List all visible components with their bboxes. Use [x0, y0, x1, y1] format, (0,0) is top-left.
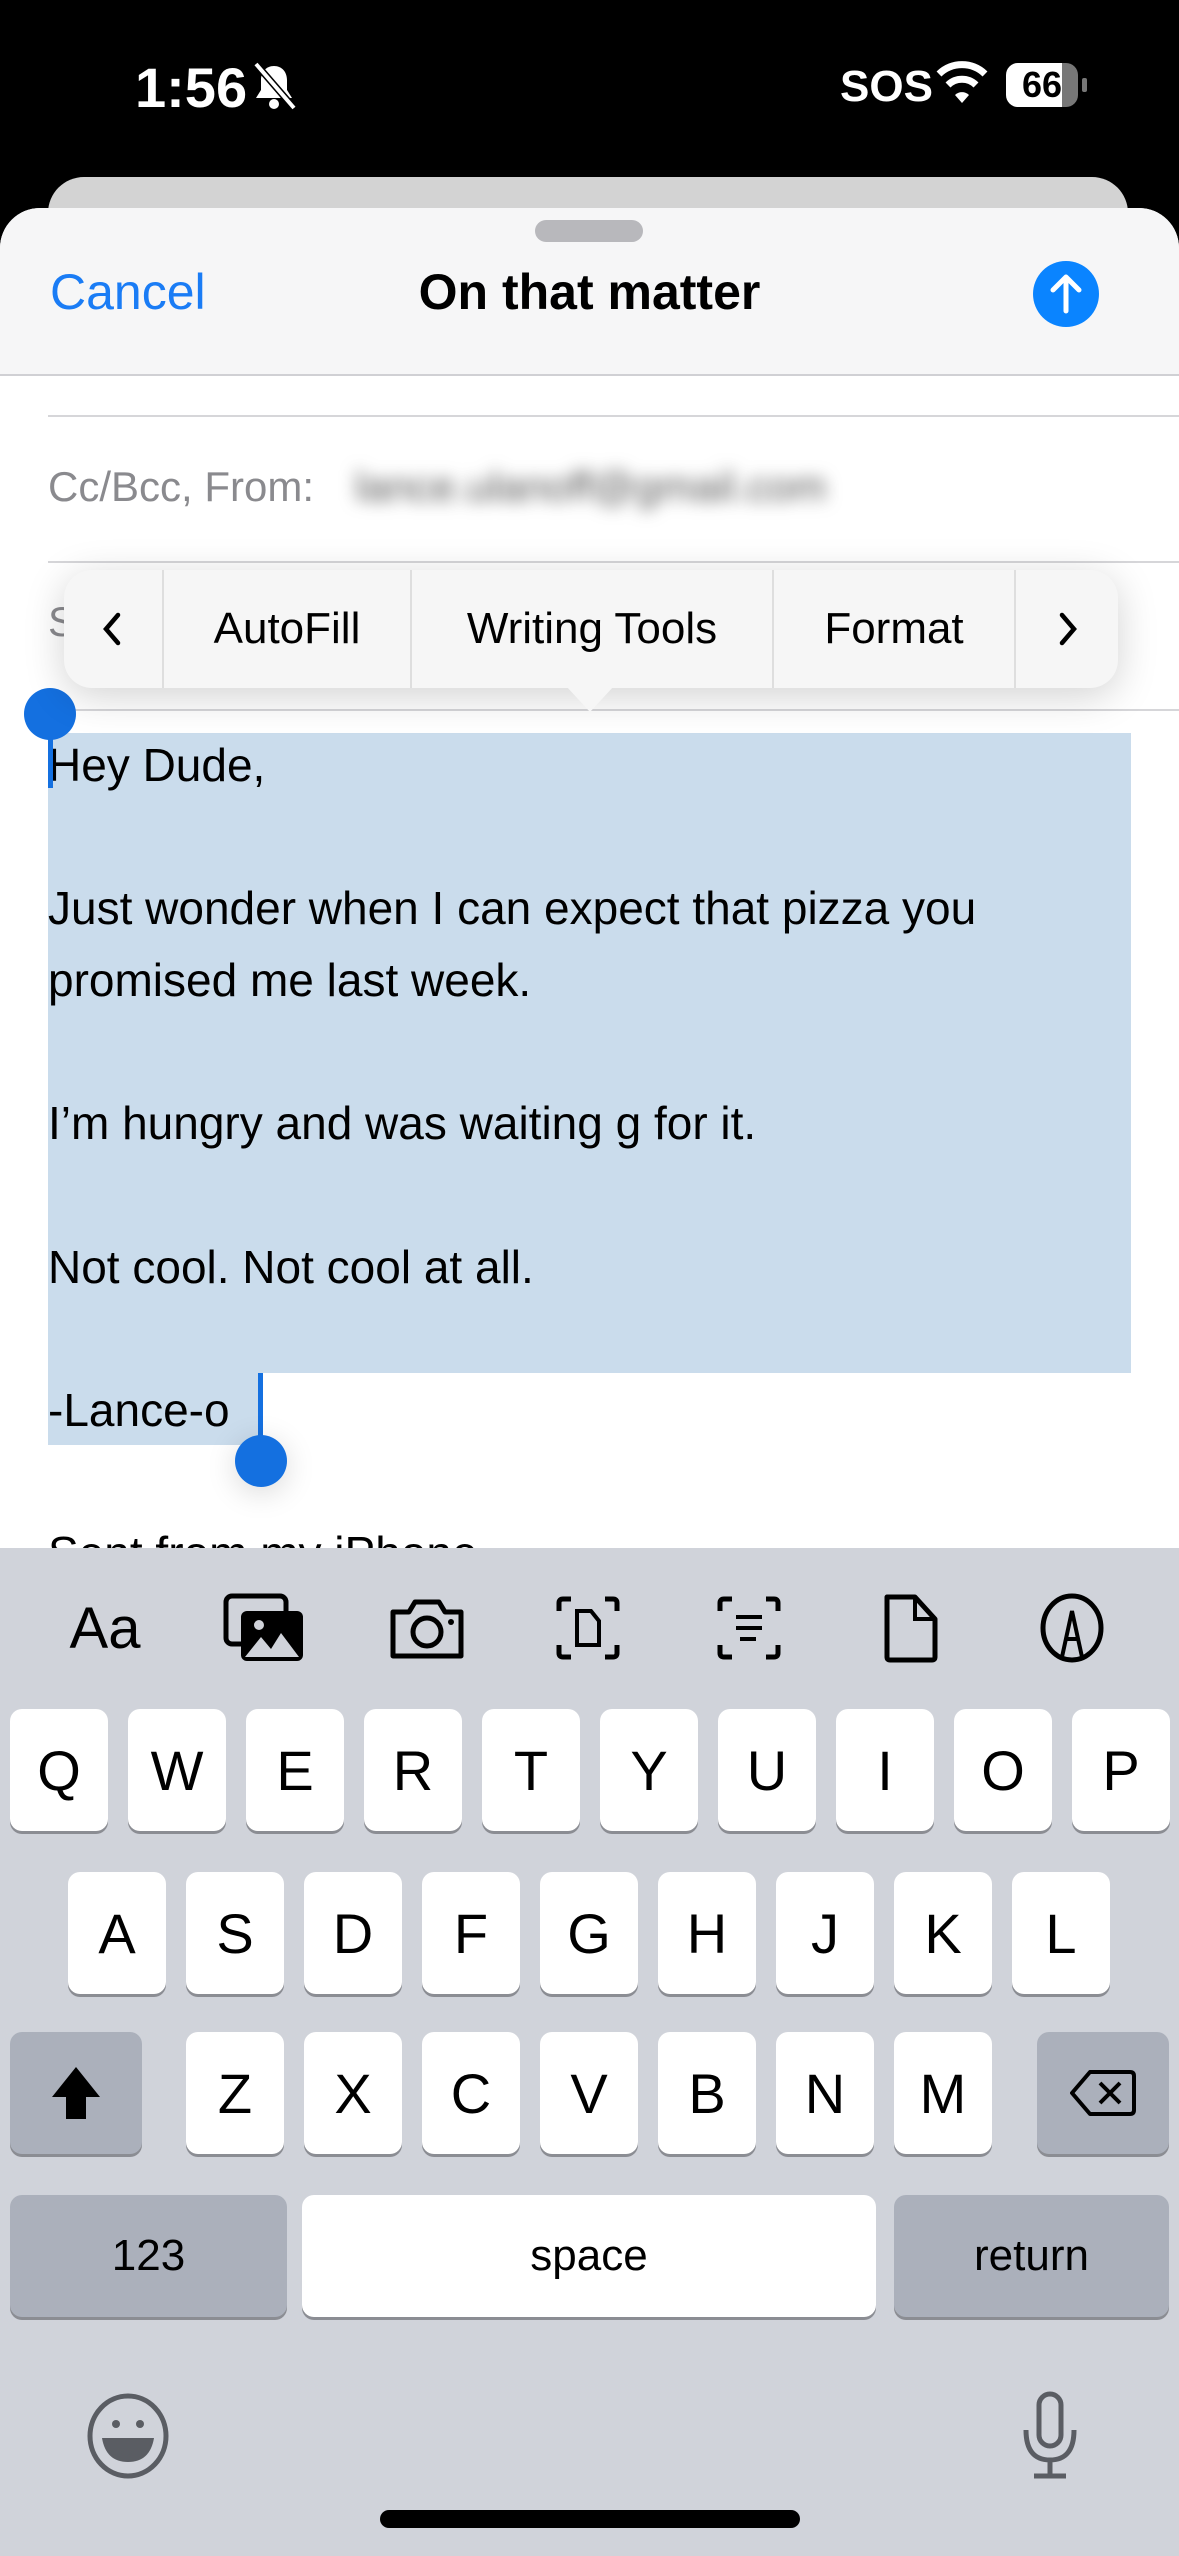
key-z[interactable]: Z	[186, 2032, 284, 2154]
attach-document-button[interactable]	[866, 1590, 956, 1666]
key-n[interactable]: N	[776, 2032, 874, 2154]
key-c[interactable]: C	[422, 2032, 520, 2154]
body-line[interactable]: promised me last week.	[48, 953, 531, 1007]
menu-next-button[interactable]	[1016, 570, 1118, 688]
key-i[interactable]: I	[836, 1709, 934, 1831]
body-line[interactable]: Hey Dude,	[48, 738, 265, 792]
from-address-blurred: lance.ulanoff@gmail.com	[355, 463, 827, 510]
status-time: 1:56	[135, 56, 248, 119]
return-key[interactable]: return	[894, 2195, 1169, 2317]
selection-end-caret	[258, 1373, 263, 1438]
scan-text-icon	[717, 1596, 781, 1660]
arrow-up-icon	[1050, 274, 1082, 314]
wifi-icon	[936, 61, 988, 103]
battery-tip	[1082, 78, 1087, 92]
key-q[interactable]: Q	[10, 1709, 108, 1831]
chevron-right-icon	[1059, 612, 1077, 646]
compose-header: On that matter Cancel	[0, 208, 1179, 376]
menu-pointer	[566, 686, 614, 712]
key-j[interactable]: J	[776, 1872, 874, 1994]
battery-level: 66	[1021, 64, 1063, 105]
send-button[interactable]	[1033, 261, 1099, 327]
camera-button[interactable]	[382, 1590, 472, 1666]
key-y[interactable]: Y	[600, 1709, 698, 1831]
sos-indicator: SOS	[840, 62, 933, 111]
bell-slash-icon	[253, 62, 296, 110]
key-l[interactable]: L	[1012, 1872, 1110, 1994]
key-w[interactable]: W	[128, 1709, 226, 1831]
key-u[interactable]: U	[718, 1709, 816, 1831]
menu-prev-button[interactable]	[64, 570, 164, 688]
key-t[interactable]: T	[482, 1709, 580, 1831]
photos-button[interactable]	[220, 1590, 310, 1666]
body-line[interactable]: Just wonder when I can expect that pizza…	[48, 881, 976, 935]
home-indicator[interactable]	[380, 2510, 800, 2528]
selection-end-handle[interactable]	[235, 1435, 287, 1487]
divider	[48, 561, 1179, 563]
markup-button[interactable]	[1027, 1590, 1117, 1666]
body-line[interactable]: Not cool. Not cool at all.	[48, 1240, 534, 1294]
space-key[interactable]: space	[302, 2195, 876, 2317]
document-icon	[884, 1594, 938, 1663]
key-b[interactable]: B	[658, 2032, 756, 2154]
key-r[interactable]: R	[364, 1709, 462, 1831]
numbers-key[interactable]: 123	[10, 2195, 287, 2317]
key-a[interactable]: A	[68, 1872, 166, 1994]
scan-text-button[interactable]	[704, 1590, 794, 1666]
key-x[interactable]: X	[304, 2032, 402, 2154]
key-k[interactable]: K	[894, 1872, 992, 1994]
battery-icon: 66	[1006, 63, 1078, 107]
photos-icon	[223, 1593, 303, 1661]
key-v[interactable]: V	[540, 2032, 638, 2154]
chevron-left-icon	[103, 612, 121, 646]
key-h[interactable]: H	[658, 1872, 756, 1994]
emoji-icon[interactable]	[86, 2392, 170, 2480]
key-m[interactable]: M	[894, 2032, 992, 2154]
sheet-grabber[interactable]	[535, 220, 643, 242]
selection-start-caret	[48, 708, 53, 788]
menu-item-autofill[interactable]: AutoFill	[164, 570, 412, 688]
microphone-icon[interactable]	[1020, 2390, 1080, 2482]
key-g[interactable]: G	[540, 1872, 638, 1994]
edit-menu: AutoFill Writing Tools Format	[64, 570, 1118, 688]
key-f[interactable]: F	[422, 1872, 520, 1994]
scan-document-button[interactable]	[543, 1590, 633, 1666]
delete-backward-icon	[1070, 2070, 1136, 2116]
body-line[interactable]: I’m hungry and was waiting g for it.	[48, 1096, 756, 1150]
delete-key[interactable]	[1037, 2032, 1169, 2154]
key-d[interactable]: D	[304, 1872, 402, 1994]
camera-icon	[390, 1599, 464, 1659]
key-o[interactable]: O	[954, 1709, 1052, 1831]
shift-icon	[52, 2067, 100, 2119]
cc-bcc-from-label[interactable]: Cc/Bcc, From:	[48, 463, 314, 511]
shift-key[interactable]	[10, 2032, 142, 2154]
menu-item-format[interactable]: Format	[774, 570, 1016, 688]
menu-item-writing-tools[interactable]: Writing Tools	[412, 570, 774, 688]
scan-document-icon	[556, 1596, 620, 1660]
key-p[interactable]: P	[1072, 1709, 1170, 1831]
key-e[interactable]: E	[246, 1709, 344, 1831]
body-line[interactable]: -Lance-o	[48, 1383, 230, 1437]
divider	[48, 415, 1179, 417]
cancel-button[interactable]: Cancel	[50, 263, 206, 321]
key-s[interactable]: S	[186, 1872, 284, 1994]
text-format-button[interactable]: Aa	[60, 1590, 150, 1666]
markup-icon	[1040, 1593, 1104, 1663]
